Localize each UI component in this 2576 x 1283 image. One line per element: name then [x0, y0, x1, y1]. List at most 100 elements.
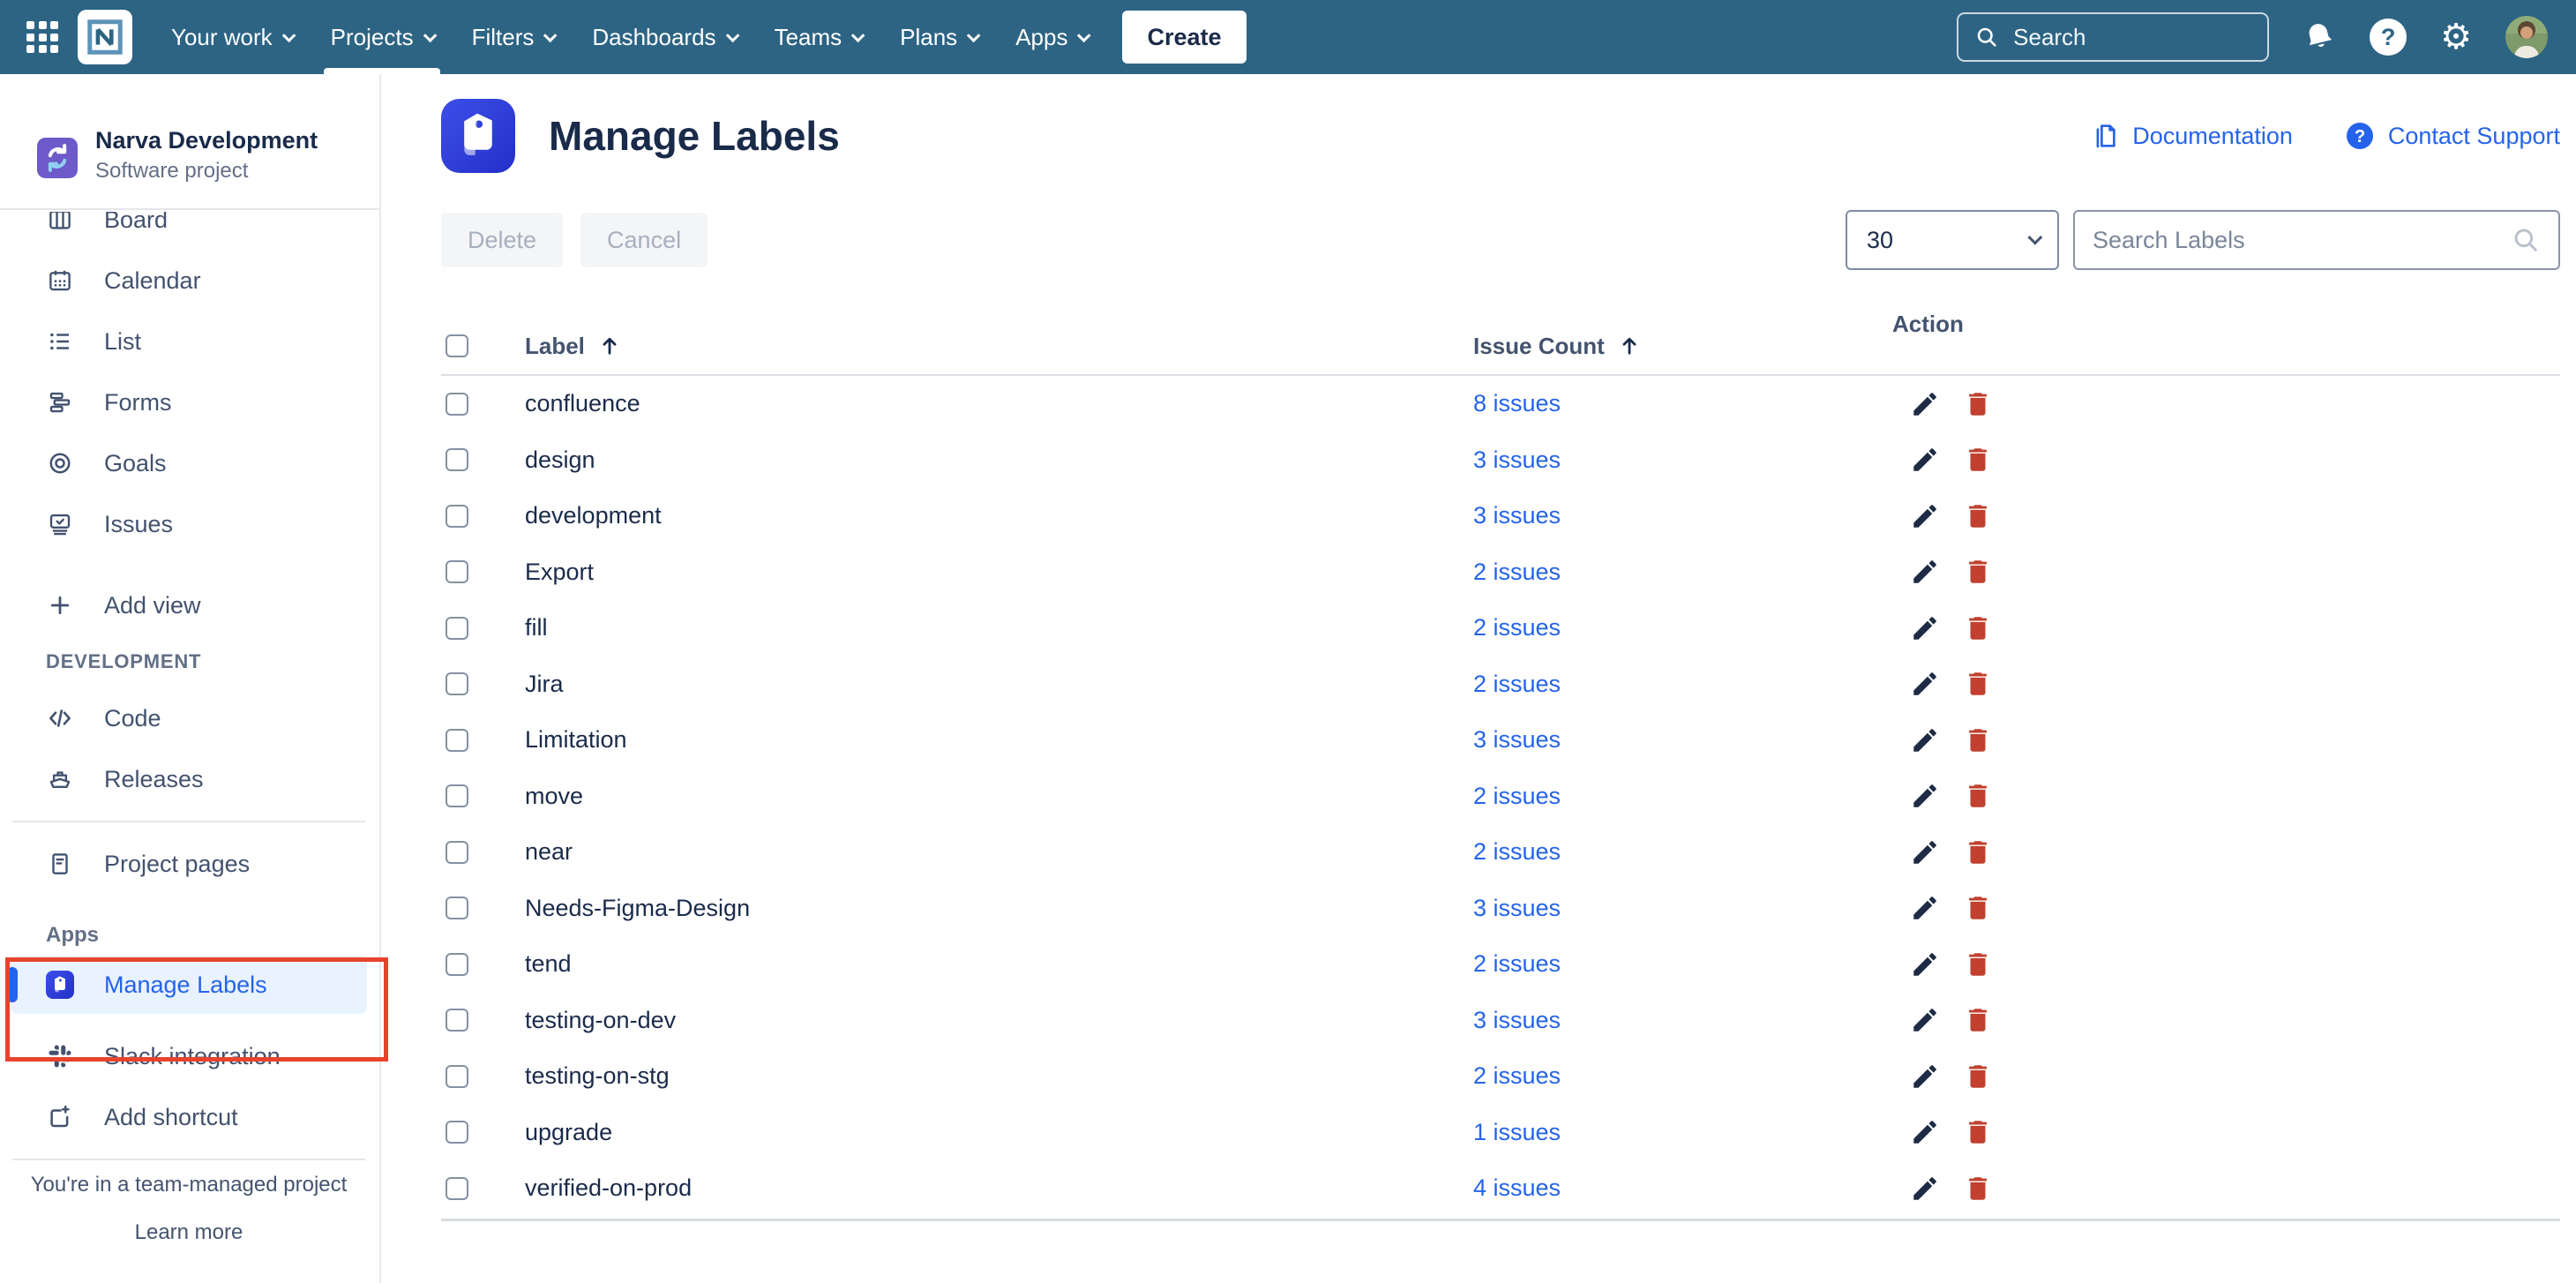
row-checkbox[interactable] [446, 505, 468, 528]
delete-label-button[interactable] [1963, 613, 1993, 643]
app-switcher-icon[interactable] [26, 21, 58, 53]
issue-count-link[interactable]: 2 issues [1473, 1062, 1561, 1090]
edit-label-button[interactable] [1910, 949, 1940, 979]
row-checkbox[interactable] [446, 729, 468, 752]
row-checkbox[interactable] [446, 1121, 468, 1144]
sidebar-item-add-shortcut[interactable]: Add shortcut [11, 1088, 367, 1146]
row-checkbox[interactable] [446, 784, 468, 807]
global-search-input[interactable]: Search [1957, 12, 2269, 62]
documentation-link[interactable]: Documentation [2092, 122, 2293, 150]
sidebar-item-slack-integration[interactable]: Slack integration [11, 1027, 367, 1085]
issue-count-link[interactable]: 8 issues [1473, 390, 1561, 417]
issue-count-link[interactable]: 2 issues [1473, 671, 1561, 698]
edit-label-button[interactable] [1910, 725, 1940, 755]
issue-count-link[interactable]: 2 issues [1473, 614, 1561, 642]
row-checkbox[interactable] [446, 1177, 468, 1200]
issue-count-link[interactable]: 3 issues [1473, 895, 1561, 922]
delete-label-button[interactable] [1963, 389, 1993, 419]
delete-label-button[interactable] [1963, 501, 1993, 531]
sidebar-item-releases[interactable]: Releases [11, 750, 367, 808]
edit-label-button[interactable] [1910, 445, 1940, 475]
issue-count-column-header[interactable]: Issue Count [1473, 333, 1897, 360]
delete-label-button[interactable] [1963, 445, 1993, 475]
row-checkbox[interactable] [446, 560, 468, 583]
nav-item-apps[interactable]: Apps [1012, 0, 1090, 74]
nav-item-dashboards[interactable]: Dashboards [588, 0, 738, 74]
delete-label-button[interactable] [1963, 557, 1993, 587]
nav-item-plans[interactable]: Plans [896, 0, 980, 74]
edit-label-button[interactable] [1910, 781, 1940, 811]
row-checkbox[interactable] [446, 448, 468, 471]
label-column-header[interactable]: Label [525, 333, 1473, 360]
select-all-checkbox[interactable] [446, 334, 468, 357]
row-checkbox[interactable] [446, 1009, 468, 1032]
issue-count-link[interactable]: 2 issues [1473, 838, 1561, 866]
settings-gear-icon[interactable]: ⚙ [2440, 19, 2472, 55]
issue-count-link[interactable]: 2 issues [1473, 559, 1561, 586]
contact-support-link[interactable]: ? Contact Support [2344, 120, 2560, 152]
delete-label-button[interactable] [1963, 669, 1993, 699]
sidebar-item-project-pages[interactable]: Project pages [11, 835, 367, 893]
delete-button[interactable]: Delete [441, 213, 563, 267]
delete-label-button[interactable] [1963, 1062, 1993, 1092]
issue-count-link[interactable]: 2 issues [1473, 950, 1561, 978]
notifications-bell-icon[interactable] [2303, 20, 2336, 54]
sidebar-item-code[interactable]: Code [11, 689, 367, 747]
sidebar-item-calendar[interactable]: Calendar [11, 251, 367, 310]
jira-logo[interactable] [78, 10, 132, 64]
row-checkbox[interactable] [446, 1065, 468, 1088]
label-search-input[interactable] [2093, 227, 2511, 254]
delete-label-button[interactable] [1963, 725, 1993, 755]
issue-count-link[interactable]: 3 issues [1473, 1007, 1561, 1034]
row-checkbox[interactable] [446, 841, 468, 864]
delete-label-button[interactable] [1963, 781, 1993, 811]
delete-label-button[interactable] [1963, 837, 1993, 867]
sidebar-item-issues[interactable]: Issues [11, 495, 367, 553]
table-row: verified-on-prod 4 issues [441, 1160, 2560, 1217]
edit-label-button[interactable] [1910, 1117, 1940, 1147]
edit-label-button[interactable] [1910, 501, 1940, 531]
nav-item-teams[interactable]: Teams [771, 0, 865, 74]
pencil-icon [1910, 669, 1940, 699]
issue-count-link[interactable]: 1 issues [1473, 1119, 1561, 1146]
sidebar-item-goals[interactable]: Goals [11, 434, 367, 492]
page-size-select[interactable]: 30 [1846, 210, 2059, 270]
row-checkbox[interactable] [446, 617, 468, 640]
issue-count-link[interactable]: 2 issues [1473, 783, 1561, 810]
edit-label-button[interactable] [1910, 613, 1940, 643]
sidebar-item-list[interactable]: List [11, 312, 367, 371]
sidebar-item-board[interactable]: Board [11, 212, 367, 249]
learn-more-link[interactable]: Learn more [0, 1220, 378, 1245]
delete-label-button[interactable] [1963, 1117, 1993, 1147]
delete-label-button[interactable] [1963, 1174, 1993, 1204]
issue-count-link[interactable]: 3 issues [1473, 446, 1561, 474]
row-checkbox[interactable] [446, 672, 468, 695]
issue-count-link[interactable]: 4 issues [1473, 1174, 1561, 1202]
edit-label-button[interactable] [1910, 1174, 1940, 1204]
edit-label-button[interactable] [1910, 669, 1940, 699]
sidebar-item-forms[interactable]: Forms [11, 373, 367, 431]
cancel-button[interactable]: Cancel [580, 213, 708, 267]
help-icon[interactable]: ? [2370, 19, 2407, 56]
sidebar-item-add-view[interactable]: Add view [11, 576, 367, 634]
issue-count-link[interactable]: 3 issues [1473, 726, 1561, 754]
nav-item-filters[interactable]: Filters [468, 0, 558, 74]
nav-item-projects[interactable]: Projects [327, 0, 437, 74]
edit-label-button[interactable] [1910, 1062, 1940, 1092]
nav-item-your-work[interactable]: Your work [168, 0, 296, 74]
delete-label-button[interactable] [1963, 949, 1993, 979]
edit-label-button[interactable] [1910, 893, 1940, 923]
delete-label-button[interactable] [1963, 1005, 1993, 1035]
issue-count-link[interactable]: 3 issues [1473, 502, 1561, 529]
create-button[interactable]: Create [1122, 11, 1246, 64]
user-avatar[interactable] [2505, 16, 2548, 58]
edit-label-button[interactable] [1910, 389, 1940, 419]
edit-label-button[interactable] [1910, 557, 1940, 587]
edit-label-button[interactable] [1910, 1005, 1940, 1035]
edit-label-button[interactable] [1910, 837, 1940, 867]
row-checkbox[interactable] [446, 897, 468, 919]
row-checkbox[interactable] [446, 393, 468, 416]
sidebar-item-manage-labels[interactable]: Manage Labels [11, 956, 367, 1014]
row-checkbox[interactable] [446, 953, 468, 976]
delete-label-button[interactable] [1963, 893, 1993, 923]
